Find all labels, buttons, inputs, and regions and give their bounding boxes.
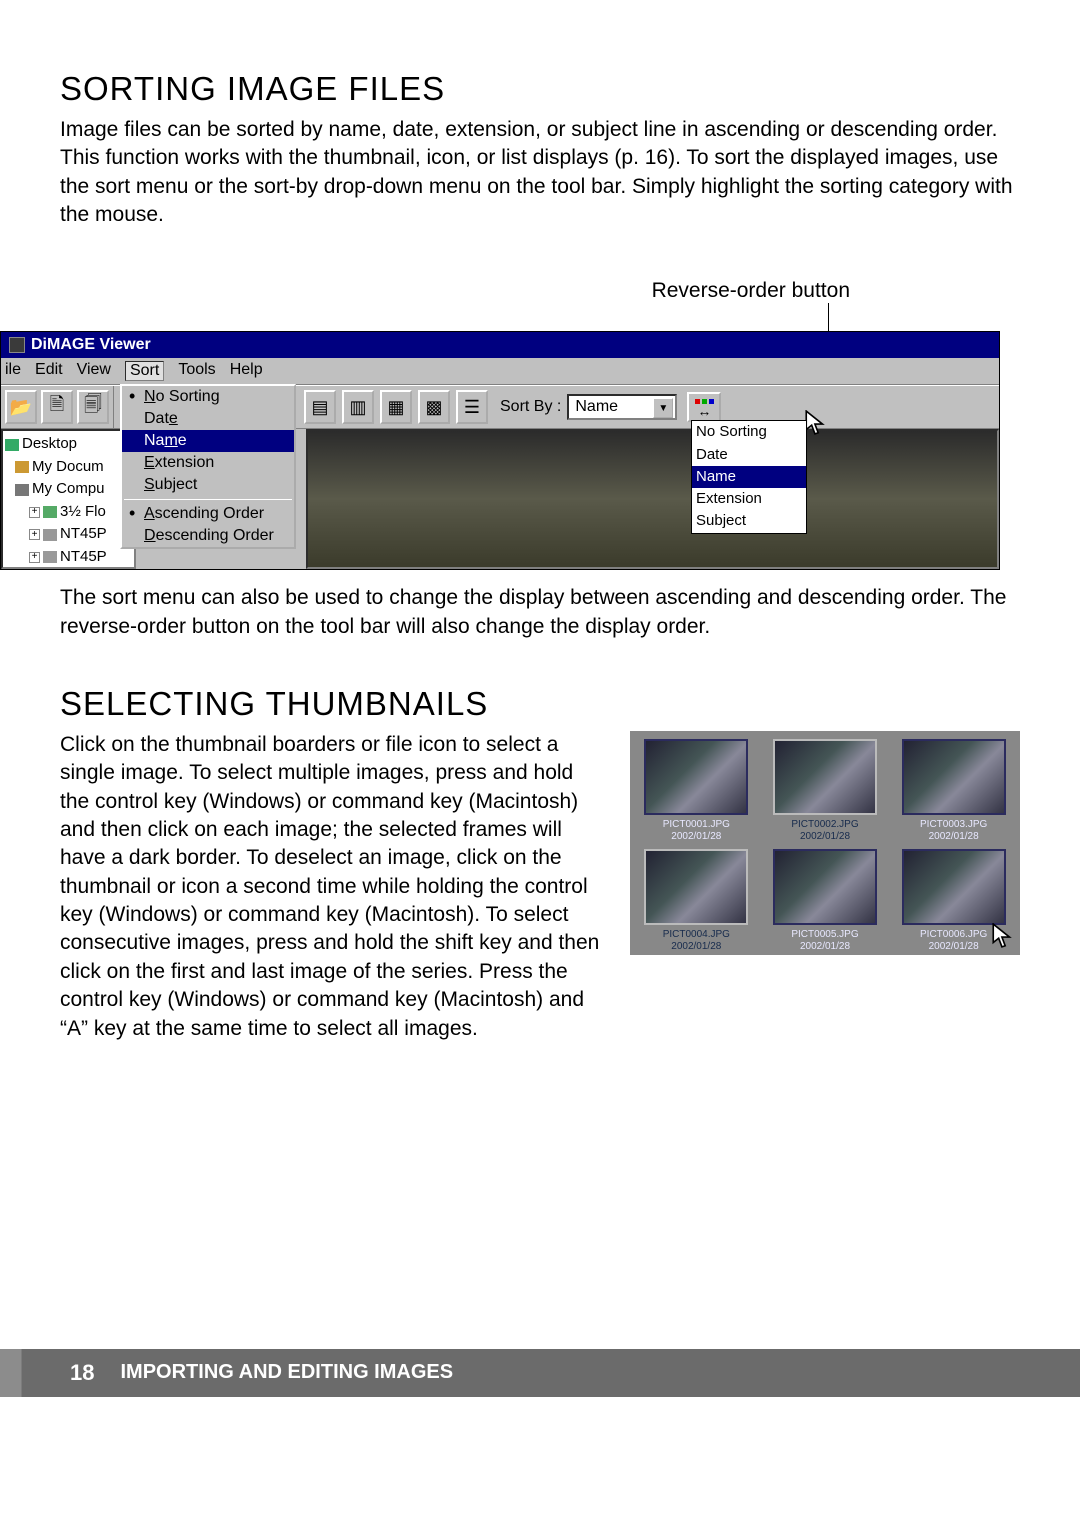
- view-mode-2-button[interactable]: ▥: [342, 390, 374, 424]
- thumbnail-caption: PICT0004.JPG2002/01/28: [663, 929, 730, 953]
- folder-tree[interactable]: Desktop My Docum My Compu + 3½ Flo +: [1, 429, 136, 569]
- sortby-extension[interactable]: Extension: [692, 488, 806, 510]
- view-mode-1-button[interactable]: ▤: [304, 390, 336, 424]
- expand-icon[interactable]: +: [29, 552, 40, 563]
- thumbnail-image[interactable]: [773, 849, 877, 925]
- thumbnail-caption: PICT0002.JPG2002/01/28: [791, 819, 858, 843]
- thumbnail-caption: PICT0001.JPG2002/01/28: [663, 819, 730, 843]
- app-icon: [9, 337, 25, 353]
- thumbnail-cell[interactable]: PICT0002.JPG2002/01/28: [765, 739, 886, 843]
- thumbnail-cell[interactable]: PICT0005.JPG2002/01/28: [765, 849, 886, 953]
- sortby-name[interactable]: Name: [692, 466, 806, 488]
- window-title: DiMAGE Viewer: [31, 336, 151, 354]
- heading-selecting: SELECTING THUMBNAILS: [60, 685, 1020, 723]
- thumbnail-small-button[interactable]: ▦: [380, 390, 412, 424]
- tree-label: 3½ Flo: [60, 501, 106, 524]
- dimage-viewer-window: DiMAGE Viewer ile Edit View Sort Tools H…: [0, 331, 1000, 570]
- para-sorting: Image files can be sorted by name, date,…: [60, 116, 1020, 229]
- menu-bar[interactable]: ile Edit View Sort Tools Help: [1, 358, 999, 385]
- tree-drive-1[interactable]: + NT45P: [5, 523, 132, 546]
- thumbnail-cell[interactable]: PICT0001.JPG2002/01/28: [636, 739, 757, 843]
- thumbnail-large-button[interactable]: ▩: [418, 390, 450, 424]
- list-view-button[interactable]: ☰: [456, 390, 488, 424]
- sort-menu-extension[interactable]: Extension: [122, 452, 294, 474]
- reverse-order-button[interactable]: ↔: [687, 392, 721, 422]
- menu-separator: [124, 499, 292, 500]
- para-selecting: Click on the thumbnail boarders or file …: [60, 731, 606, 1043]
- desktop-icon: [5, 439, 19, 451]
- thumbnail-cell[interactable]: PICT0003.JPG2002/01/28: [893, 739, 1014, 843]
- computer-icon: [15, 484, 29, 496]
- doc-button[interactable]: 🗐: [77, 390, 109, 424]
- thumbnail-cell[interactable]: PICT0006.JPG2002/01/28: [893, 849, 1014, 953]
- menu-sort[interactable]: Sort: [125, 361, 164, 381]
- sort-menu-ascending[interactable]: Ascending Order: [122, 503, 294, 525]
- menu-tools[interactable]: Tools: [178, 361, 215, 381]
- thumbnail-image[interactable]: [902, 739, 1006, 815]
- sortby-no-sorting[interactable]: No Sorting: [692, 421, 806, 443]
- thumbnail-image[interactable]: [773, 739, 877, 815]
- sort-menu-date[interactable]: Date: [122, 408, 294, 430]
- sort-menu-name[interactable]: Name: [122, 430, 294, 452]
- thumbnail-image[interactable]: [902, 849, 1006, 925]
- thumbnail-caption: PICT0005.JPG2002/01/28: [791, 929, 858, 953]
- window-title-bar: DiMAGE Viewer: [1, 332, 999, 358]
- floppy-icon: [43, 506, 57, 518]
- menu-file[interactable]: ile: [5, 361, 21, 381]
- tree-label: Desktop: [22, 433, 77, 456]
- folder-icon: [15, 461, 29, 473]
- toolbar-left-group: 📂 🗎 🗐: [1, 386, 114, 428]
- sort-by-label: Sort By :: [500, 398, 561, 416]
- tree-label: My Docum: [32, 456, 104, 479]
- callout-reverse-order: Reverse-order button: [60, 279, 1020, 303]
- tree-my-computer[interactable]: My Compu: [5, 478, 132, 501]
- reverse-arrow-icon: ↔: [697, 406, 711, 416]
- tree-my-documents[interactable]: My Docum: [5, 456, 132, 479]
- thumbnail-caption: PICT0006.JPG2002/01/28: [920, 929, 987, 953]
- thumbnail-cell[interactable]: PICT0004.JPG2002/01/28: [636, 849, 757, 953]
- drive-icon: [43, 529, 57, 541]
- expand-icon[interactable]: +: [29, 529, 40, 540]
- sort-by-dropdown-list[interactable]: No Sorting Date Name Extension Subject: [691, 420, 807, 533]
- menu-help[interactable]: Help: [230, 361, 263, 381]
- page-number: 18: [70, 1360, 94, 1386]
- open-folder-button[interactable]: 📂: [5, 390, 37, 424]
- menu-view[interactable]: View: [77, 361, 111, 381]
- thumbnail-caption: PICT0003.JPG2002/01/28: [920, 819, 987, 843]
- heading-sorting: SORTING IMAGE FILES: [60, 70, 1020, 108]
- thumbnail-image[interactable]: [644, 849, 748, 925]
- thumbnail-area[interactable]: [306, 429, 999, 569]
- page-footer: 18 IMPORTING AND EDITING IMAGES: [0, 1349, 1080, 1397]
- thumbnail-selection-figure: PICT0001.JPG2002/01/28 PICT0002.JPG2002/0…: [630, 731, 1020, 955]
- new-doc-button[interactable]: 🗎: [41, 390, 73, 424]
- tree-drive-2[interactable]: + NT45P: [5, 546, 132, 569]
- expand-icon[interactable]: +: [29, 507, 40, 518]
- drive-icon: [43, 551, 57, 563]
- tree-floppy[interactable]: + 3½ Flo: [5, 501, 132, 524]
- sort-menu-subject[interactable]: Subject: [122, 474, 294, 496]
- tree-desktop[interactable]: Desktop: [5, 433, 132, 456]
- sort-menu-descending[interactable]: Descending Order: [122, 525, 294, 547]
- sortby-date[interactable]: Date: [692, 444, 806, 466]
- sortby-subject[interactable]: Subject: [692, 510, 806, 532]
- menu-edit[interactable]: Edit: [35, 361, 63, 381]
- callout-line: [828, 303, 829, 331]
- tree-label: NT45P: [60, 546, 107, 569]
- tree-label: NT45P: [60, 523, 107, 546]
- sort-by-dropdown[interactable]: Name: [567, 394, 677, 420]
- tree-label: My Compu: [32, 478, 105, 501]
- sort-menu-no-sorting[interactable]: No Sorting: [122, 386, 294, 408]
- thumbnail-image[interactable]: [644, 739, 748, 815]
- footer-section-title: IMPORTING AND EDITING IMAGES: [120, 1361, 453, 1384]
- sort-menu-dropdown[interactable]: No Sorting Date Name Extension Subject A…: [120, 384, 296, 549]
- para-sort-menu-note: The sort menu can also be used to change…: [60, 584, 1020, 641]
